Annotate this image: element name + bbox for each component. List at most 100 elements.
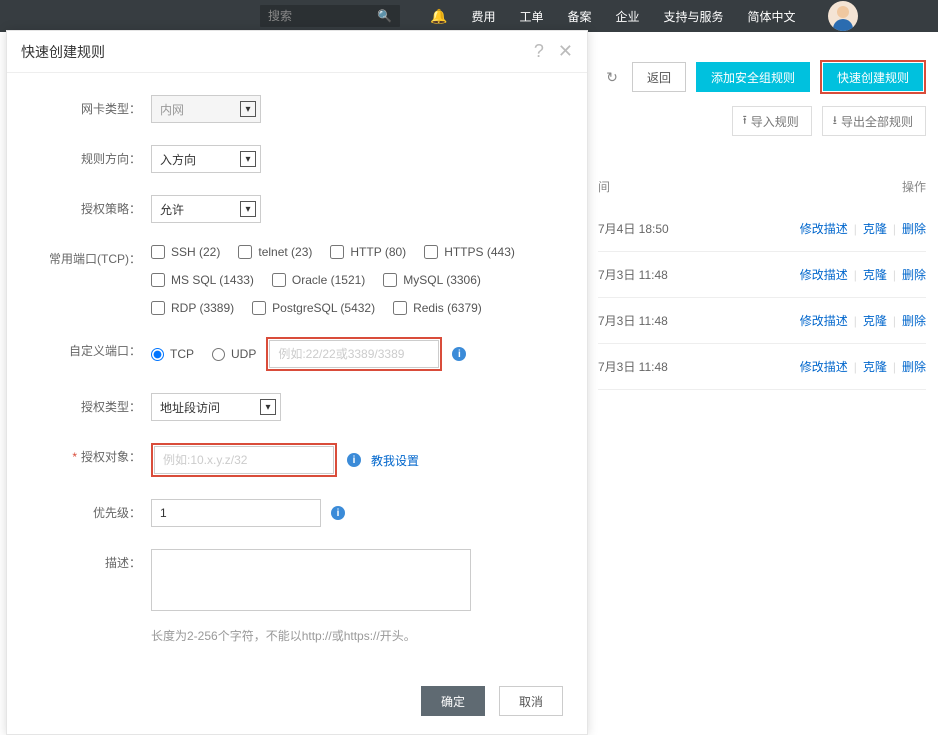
row-ops: 修改描述| 克隆| 删除 <box>800 220 926 237</box>
auth-type-value: 地址段访问 <box>160 399 220 416</box>
direction-value: 入方向 <box>160 151 196 168</box>
help-icon[interactable]: ? <box>534 41 544 62</box>
port-mssql[interactable]: MS SQL (1433) <box>151 273 254 287</box>
auth-type-select[interactable]: 地址段访问 ▾ <box>151 393 281 421</box>
clone-link[interactable]: 克隆 <box>863 312 887 329</box>
chevron-down-icon: ▾ <box>260 399 276 415</box>
chevron-down-icon: ▾ <box>240 201 256 217</box>
upload-icon: ⭱ <box>743 111 747 132</box>
nic-value: 内网 <box>160 101 184 118</box>
protocol-udp[interactable]: UDP <box>212 347 256 361</box>
table-row: 7月3日 11:48 修改描述| 克隆| 删除 <box>598 298 926 344</box>
import-rules-button[interactable]: ⭱导入规则 <box>732 106 812 136</box>
table-row: 7月4日 18:50 修改描述| 克隆| 删除 <box>598 206 926 252</box>
label-common-ports: 常用端口(TCP)： <box>31 245 151 267</box>
global-search[interactable]: 搜索 🔍 <box>260 5 400 27</box>
port-https[interactable]: HTTPS (443) <box>424 245 515 259</box>
info-icon[interactable]: i <box>347 453 361 467</box>
desc-textarea[interactable] <box>151 549 471 611</box>
chevron-down-icon: ▾ <box>240 101 256 117</box>
close-icon[interactable]: ✕ <box>558 41 573 62</box>
port-http[interactable]: HTTP (80) <box>330 245 406 259</box>
clone-link[interactable]: 克隆 <box>863 220 887 237</box>
quick-rule-button[interactable]: 快速创建规则 <box>823 63 923 91</box>
label-auth-target: *授权对象： <box>31 443 151 465</box>
add-rule-button[interactable]: 添加安全组规则 <box>696 62 810 92</box>
table-row: 7月3日 11:48 修改描述| 克隆| 删除 <box>598 252 926 298</box>
protocol-tcp[interactable]: TCP <box>151 347 194 361</box>
custom-port-highlight <box>266 337 442 371</box>
port-postgres[interactable]: PostgreSQL (5432) <box>252 301 375 315</box>
edit-desc-link[interactable]: 修改描述 <box>800 220 848 237</box>
custom-port-input[interactable] <box>269 340 439 368</box>
label-priority: 优先级： <box>31 499 151 521</box>
direction-select[interactable]: 入方向 ▾ <box>151 145 261 173</box>
ok-button[interactable]: 确定 <box>421 686 485 716</box>
auth-target-input[interactable] <box>154 446 334 474</box>
label-nic: 网卡类型： <box>31 95 151 117</box>
refresh-icon[interactable]: ↻ <box>602 67 622 87</box>
chevron-down-icon: ▾ <box>240 151 256 167</box>
common-ports-group: SSH (22) telnet (23) HTTP (80) HTTPS (44… <box>151 245 563 315</box>
top-navigation: 搜索 🔍 🔔 费用 工单 备案 企业 支持与服务 简体中文 <box>0 0 938 32</box>
row-time: 7月4日 18:50 <box>598 220 800 237</box>
cancel-button[interactable]: 取消 <box>499 686 563 716</box>
port-mysql[interactable]: MySQL (3306) <box>383 273 481 287</box>
nav-language[interactable]: 简体中文 <box>748 8 796 25</box>
delete-link[interactable]: 删除 <box>902 220 926 237</box>
delete-link[interactable]: 删除 <box>902 266 926 283</box>
delete-link[interactable]: 删除 <box>902 358 926 375</box>
avatar[interactable] <box>828 1 858 31</box>
info-icon[interactable]: i <box>331 506 345 520</box>
port-oracle[interactable]: Oracle (1521) <box>272 273 365 287</box>
protocol-radio-group: TCP UDP <box>151 347 256 361</box>
label-desc: 描述： <box>31 549 151 571</box>
port-redis[interactable]: Redis (6379) <box>393 301 482 315</box>
nic-select[interactable]: 内网 ▾ <box>151 95 261 123</box>
row-time: 7月3日 11:48 <box>598 266 800 283</box>
desc-hint: 长度为2-256个字符，不能以http://或https://开头。 <box>151 627 416 644</box>
edit-desc-link[interactable]: 修改描述 <box>800 312 848 329</box>
col-time: 间 <box>598 178 876 195</box>
nav-ticket[interactable]: 工单 <box>519 8 543 25</box>
import-export-row: ⭱导入规则 ⭳导出全部规则 <box>732 106 926 136</box>
nav-enterprise[interactable]: 企业 <box>615 8 639 25</box>
label-auth-type: 授权类型： <box>31 393 151 415</box>
table-header: 间 操作 <box>598 178 926 195</box>
modal-title: 快速创建规则 <box>21 42 520 62</box>
clone-link[interactable]: 克隆 <box>863 358 887 375</box>
edit-desc-link[interactable]: 修改描述 <box>800 358 848 375</box>
clone-link[interactable]: 克隆 <box>863 266 887 283</box>
teach-me-link[interactable]: 教我设置 <box>371 452 419 469</box>
quick-rule-highlight: 快速创建规则 <box>820 60 926 94</box>
policy-value: 允许 <box>160 201 184 218</box>
modal-footer: 确定 取消 <box>7 672 587 716</box>
modal-header: 快速创建规则 ? ✕ <box>7 31 587 73</box>
search-placeholder: 搜索 <box>268 5 292 27</box>
search-icon: 🔍 <box>377 5 392 27</box>
nav-beian[interactable]: 备案 <box>567 8 591 25</box>
bell-icon[interactable]: 🔔 <box>430 8 447 25</box>
rule-rows: 7月4日 18:50 修改描述| 克隆| 删除 7月3日 11:48 修改描述|… <box>598 206 926 390</box>
priority-input[interactable] <box>151 499 321 527</box>
info-icon[interactable]: i <box>452 347 466 361</box>
edit-desc-link[interactable]: 修改描述 <box>800 266 848 283</box>
nav-support[interactable]: 支持与服务 <box>664 8 724 25</box>
auth-target-highlight <box>151 443 337 477</box>
row-ops: 修改描述| 克隆| 删除 <box>800 312 926 329</box>
back-button[interactable]: 返回 <box>632 62 686 92</box>
table-row: 7月3日 11:48 修改描述| 克隆| 删除 <box>598 344 926 390</box>
modal-body: 网卡类型： 内网 ▾ 规则方向： 入方向 ▾ 授权策略： 允许 <box>7 73 587 672</box>
port-ssh[interactable]: SSH (22) <box>151 245 220 259</box>
row-ops: 修改描述| 克隆| 删除 <box>800 358 926 375</box>
port-telnet[interactable]: telnet (23) <box>238 245 312 259</box>
required-asterisk: * <box>72 450 77 464</box>
port-rdp[interactable]: RDP (3389) <box>151 301 234 315</box>
col-ops: 操作 <box>876 178 926 195</box>
label-custom-port: 自定义端口： <box>31 337 151 359</box>
quick-create-rule-modal: 快速创建规则 ? ✕ 网卡类型： 内网 ▾ 规则方向： 入方向 ▾ 授权 <box>6 30 588 735</box>
delete-link[interactable]: 删除 <box>902 312 926 329</box>
policy-select[interactable]: 允许 ▾ <box>151 195 261 223</box>
nav-fee[interactable]: 费用 <box>471 8 495 25</box>
export-rules-button[interactable]: ⭳导出全部规则 <box>822 106 926 136</box>
